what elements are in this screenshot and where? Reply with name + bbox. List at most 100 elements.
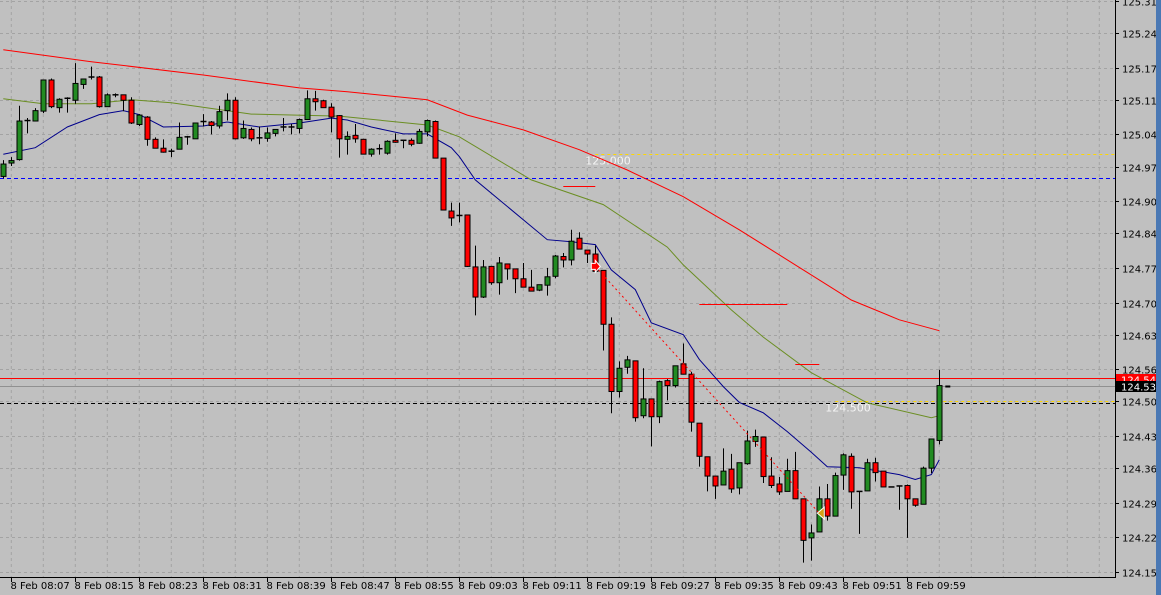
- candle-body-bull: [536, 284, 543, 291]
- candle: [136, 114, 143, 126]
- candle-body-bull: [832, 475, 839, 517]
- candle: [912, 498, 919, 507]
- candle-body-bear: [608, 323, 615, 393]
- candle: [208, 121, 215, 135]
- candle: [456, 202, 463, 223]
- candle: [880, 470, 887, 488]
- candle: [928, 438, 935, 474]
- candle: [688, 371, 695, 432]
- time-tick-label: 8 Feb 08:47: [331, 581, 390, 592]
- candle-body-bull: [136, 114, 143, 125]
- candles: [0, 63, 943, 563]
- candle: [808, 524, 815, 561]
- candle-body-bear: [464, 214, 471, 267]
- candle-body-bear: [680, 363, 687, 375]
- candle: [256, 126, 263, 145]
- candle: [304, 90, 311, 121]
- candle: [848, 453, 855, 509]
- candle: [120, 94, 127, 112]
- candle-body-bull: [672, 365, 679, 387]
- moving-average-line-0: [3, 49, 940, 332]
- candle: [568, 229, 575, 266]
- horizontal-lines: 125.000124.500: [0, 154, 1115, 415]
- candle: [560, 253, 567, 268]
- candle-body-bull: [224, 99, 231, 112]
- candle: [168, 148, 175, 158]
- candle: [40, 79, 47, 114]
- candle: [240, 120, 247, 139]
- candle: [312, 90, 319, 111]
- candle-body-bull: [496, 262, 503, 284]
- moving-average-line-2: [3, 110, 940, 481]
- candle: [448, 202, 455, 226]
- candle-body-bear: [392, 139, 399, 143]
- candle-body-bull: [736, 462, 743, 489]
- candle: [192, 122, 199, 140]
- candle: [376, 144, 383, 155]
- candle: [432, 120, 439, 159]
- candle: [736, 462, 743, 495]
- time-tick-label: 8 Feb 08:15: [75, 581, 134, 592]
- candle: [56, 98, 63, 113]
- candle-body-bear: [760, 436, 767, 478]
- chart-objects[interactable]: [563, 186, 951, 521]
- candle-body-bull: [928, 438, 935, 469]
- time-tick-label: 8 Feb 08:31: [203, 581, 262, 592]
- candle: [760, 436, 767, 483]
- candle: [248, 127, 255, 142]
- candle-body-bull: [624, 359, 631, 368]
- candle-body-bull: [920, 467, 927, 505]
- candle-body-bear: [96, 76, 103, 108]
- candle: [352, 123, 359, 143]
- candle: [200, 114, 207, 127]
- candle: [480, 259, 487, 299]
- candle: [856, 490, 863, 534]
- candle-body-bear: [520, 278, 527, 288]
- candle-body-bear: [768, 475, 775, 486]
- grid: [0, 0, 1115, 577]
- candle-body-bear: [248, 128, 255, 140]
- candle: [640, 368, 647, 419]
- candle-body-bear: [704, 456, 711, 477]
- candle-body-bull: [104, 94, 111, 108]
- candle-body-bear: [472, 266, 479, 298]
- candle: [744, 430, 751, 465]
- candle: [24, 118, 31, 134]
- candle-body-bear: [632, 360, 639, 419]
- candle-body-bear: [128, 99, 135, 124]
- candle: [160, 139, 167, 153]
- candle-body-bear: [352, 134, 359, 140]
- time-tick-label: 8 Feb 09:35: [715, 581, 774, 592]
- candle: [936, 369, 943, 445]
- candle-body-bear: [408, 139, 415, 145]
- candle-body-bull: [616, 367, 623, 393]
- candle: [488, 265, 495, 285]
- candle: [32, 108, 39, 122]
- candle: [552, 255, 559, 279]
- candle-body-bull: [216, 111, 223, 127]
- candle-body-bear: [712, 475, 719, 487]
- candle: [48, 78, 55, 109]
- candle-body-bull: [384, 140, 391, 154]
- candle-body-bear: [120, 94, 127, 101]
- candle-body-bull: [16, 120, 23, 161]
- candle: [496, 257, 503, 295]
- candle: [224, 93, 231, 121]
- candle-body-bear: [576, 237, 583, 250]
- candle: [720, 448, 727, 486]
- candle-body-bull: [240, 127, 247, 139]
- candle: [864, 458, 871, 492]
- candle-body-bear: [912, 498, 919, 506]
- candle: [872, 457, 879, 482]
- candle: [16, 105, 23, 161]
- time-tick-label: 8 Feb 08:55: [395, 581, 454, 592]
- candle: [528, 269, 535, 292]
- candle-body-bull: [544, 276, 551, 286]
- level-125000-label: 125.000: [585, 155, 631, 168]
- candle: [664, 379, 671, 401]
- candle-body-bull: [296, 119, 303, 129]
- candle-body-bull: [368, 148, 375, 155]
- candle-body-bull: [272, 128, 279, 134]
- price-chart[interactable]: 125.000124.500 125.310125.245125.175125.…: [0, 0, 1161, 595]
- candle: [96, 76, 103, 108]
